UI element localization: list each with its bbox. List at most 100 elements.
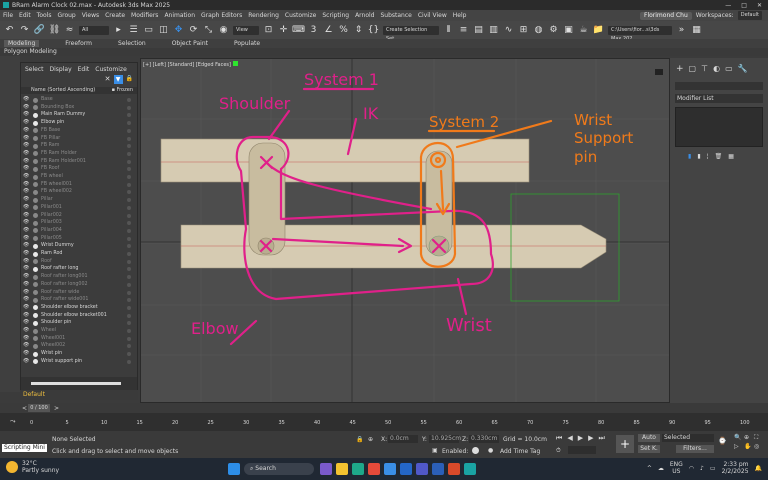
scene-explorer-row[interactable]: 👁 Bounding Box — [21, 104, 137, 112]
select-object-icon[interactable]: ▸ — [113, 25, 124, 36]
explorer-scrollbar[interactable] — [31, 382, 121, 385]
frozen-toggle-icon[interactable] — [127, 113, 131, 118]
tab-object-paint[interactable]: Object Paint — [172, 40, 208, 47]
cloud-icon[interactable]: ☁ — [658, 465, 664, 472]
visibility-eye-icon[interactable]: 👁 — [23, 281, 29, 287]
visibility-eye-icon[interactable]: 👁 — [23, 120, 29, 125]
explorer-menu-customize[interactable]: Customize — [95, 66, 127, 73]
remove-modifier-icon[interactable]: 🗑 — [715, 153, 723, 160]
frozen-toggle-icon[interactable] — [127, 313, 131, 318]
align-icon[interactable]: ≡ — [458, 25, 469, 36]
pin-stack-icon[interactable]: ▮ — [688, 153, 691, 160]
visibility-eye-icon[interactable]: 👁 — [23, 312, 29, 318]
frozen-toggle-icon[interactable] — [127, 359, 131, 364]
visibility-eye-icon[interactable]: 👁 — [23, 258, 29, 264]
scene-explorer-row[interactable]: 👁 Roof rafter long — [21, 265, 137, 273]
frozen-toggle-icon[interactable] — [127, 221, 131, 226]
clock[interactable]: 2:33 pm 2/2/2025 — [722, 461, 749, 475]
filter-icon[interactable]: ▼ — [113, 75, 123, 84]
visibility-eye-icon[interactable]: 👁 — [23, 166, 29, 171]
menu-views[interactable]: Views — [82, 12, 99, 19]
pan-icon[interactable]: ✋ — [744, 443, 753, 450]
visibility-eye-icon[interactable]: 👁 — [23, 328, 29, 333]
window-crossing-icon[interactable]: ◫ — [158, 25, 169, 36]
ribbon-toggle-icon[interactable]: ▦ — [691, 25, 702, 36]
auto-key-button[interactable]: Auto — [638, 434, 660, 442]
scene-explorer-row[interactable]: 👁 Pillar003 — [21, 219, 137, 227]
visibility-eye-icon[interactable]: 👁 — [23, 197, 29, 202]
frozen-toggle-icon[interactable] — [127, 228, 131, 233]
pivot-icon[interactable]: ⊡ — [263, 25, 274, 36]
frozen-toggle-icon[interactable] — [127, 336, 131, 341]
selection-filter-dropdown[interactable]: All — [79, 25, 109, 35]
frozen-toggle-icon[interactable] — [127, 344, 131, 349]
scene-explorer-row[interactable]: 👁 FB Ram Holder001 — [21, 158, 137, 166]
hierarchy-tab-icon[interactable]: ⊤ — [701, 64, 708, 74]
scene-explorer-row[interactable]: 👁 Pillar002 — [21, 212, 137, 220]
utilities-tab-icon[interactable]: 🔧 — [738, 64, 748, 74]
toggle-scene-explorer-icon[interactable]: ▤ — [473, 25, 484, 36]
z-coord-field[interactable]: 0.330cm — [469, 435, 499, 443]
select-manipulate-icon[interactable]: ✛ — [278, 25, 289, 36]
frozen-toggle-icon[interactable] — [127, 213, 131, 218]
undo-icon[interactable]: ↶ — [4, 25, 15, 36]
frozen-toggle-icon[interactable] — [127, 128, 131, 133]
tab-modeling[interactable]: Modeling — [4, 40, 40, 47]
transform-mode-icon[interactable]: ⊕ — [368, 436, 373, 443]
visibility-eye-icon[interactable]: 👁 — [23, 274, 29, 279]
create-tab-icon[interactable]: + — [676, 64, 684, 74]
frozen-toggle-icon[interactable] — [127, 182, 131, 187]
selection-set-dropdown[interactable]: Create Selection Set — [383, 25, 439, 42]
scene-explorer-row[interactable]: 👁 FB wheel — [21, 173, 137, 181]
render-icon[interactable]: ☕ — [578, 25, 589, 36]
modify-tab-icon[interactable]: ▢ — [689, 64, 697, 74]
polygon-modeling-label[interactable]: Polygon Modeling — [4, 48, 57, 55]
battery-icon[interactable]: ▭ — [710, 465, 716, 472]
menu-scripting[interactable]: Scripting — [322, 12, 349, 19]
angle-snap-icon[interactable]: ∠ — [323, 25, 334, 36]
scene-explorer-row[interactable]: 👁 Shoulder pin — [21, 319, 137, 327]
project-path-field[interactable]: C:\Users\fior...s\3ds Max 202 — [608, 25, 672, 42]
scene-explorer-row[interactable]: 👁 FB Ram — [21, 142, 137, 150]
scene-explorer-row[interactable]: 👁 Base — [21, 96, 137, 104]
menu-substance[interactable]: Substance — [380, 12, 411, 19]
wifi-icon[interactable]: ◠ — [689, 465, 694, 472]
frozen-toggle-icon[interactable] — [127, 167, 131, 172]
visibility-eye-icon[interactable]: 👁 — [23, 227, 29, 233]
scene-explorer-row[interactable]: 👁 Main Ram Dummy — [21, 111, 137, 119]
menu-graph-editors[interactable]: Graph Editors — [201, 12, 242, 19]
visibility-eye-icon[interactable]: 👁 — [23, 204, 29, 210]
rendered-frame-icon[interactable]: ▣ — [563, 25, 574, 36]
visibility-eye-icon[interactable]: 👁 — [23, 351, 29, 356]
frozen-toggle-icon[interactable] — [127, 144, 131, 149]
frozen-toggle-icon[interactable] — [127, 329, 131, 333]
frozen-toggle-icon[interactable] — [127, 298, 131, 303]
set-key-icon[interactable]: + — [616, 435, 634, 453]
scene-explorer-row[interactable]: 👁 Pillar004 — [21, 227, 137, 235]
rotate-icon[interactable]: ⟳ — [188, 25, 199, 36]
scene-explorer-row[interactable]: 👁 FB Ram Holder — [21, 150, 137, 158]
visibility-eye-icon[interactable]: 👁 — [23, 158, 29, 164]
visibility-eye-icon[interactable]: 👁 — [23, 243, 29, 248]
time-slider[interactable]: < 0 / 100 > — [0, 403, 768, 413]
teams-icon[interactable] — [416, 463, 428, 475]
rect-select-icon[interactable]: ▭ — [143, 25, 154, 36]
menu-tools[interactable]: Tools — [37, 12, 52, 19]
visibility-eye-icon[interactable]: 👁 — [23, 112, 29, 117]
scene-explorer-row[interactable]: 👁 Wheel001 — [21, 335, 137, 343]
visibility-eye-icon[interactable]: 👁 — [23, 97, 29, 102]
frozen-toggle-icon[interactable] — [127, 252, 131, 256]
orbit-icon[interactable]: ◎ — [754, 443, 763, 450]
visibility-eye-icon[interactable]: 👁 — [23, 251, 29, 256]
frozen-toggle-icon[interactable] — [127, 275, 131, 280]
scene-explorer-row[interactable]: 👁 Roof rafter long001 — [21, 273, 137, 281]
scene-explorer-row[interactable]: 👁 Wheel002 — [21, 342, 137, 350]
y-coord-field[interactable]: 10.925cm — [429, 435, 461, 443]
file-explorer-icon[interactable] — [336, 463, 348, 475]
scene-explorer-row[interactable]: 👁 Pillar001 — [21, 204, 137, 212]
layer-dropdown[interactable]: Default — [20, 390, 138, 400]
frozen-toggle-icon[interactable] — [127, 105, 131, 110]
percent-snap-icon[interactable]: % — [338, 25, 349, 36]
key-set-dropdown[interactable]: Selected — [662, 434, 714, 442]
user-account-button[interactable]: Florimond Chu — [640, 11, 692, 20]
